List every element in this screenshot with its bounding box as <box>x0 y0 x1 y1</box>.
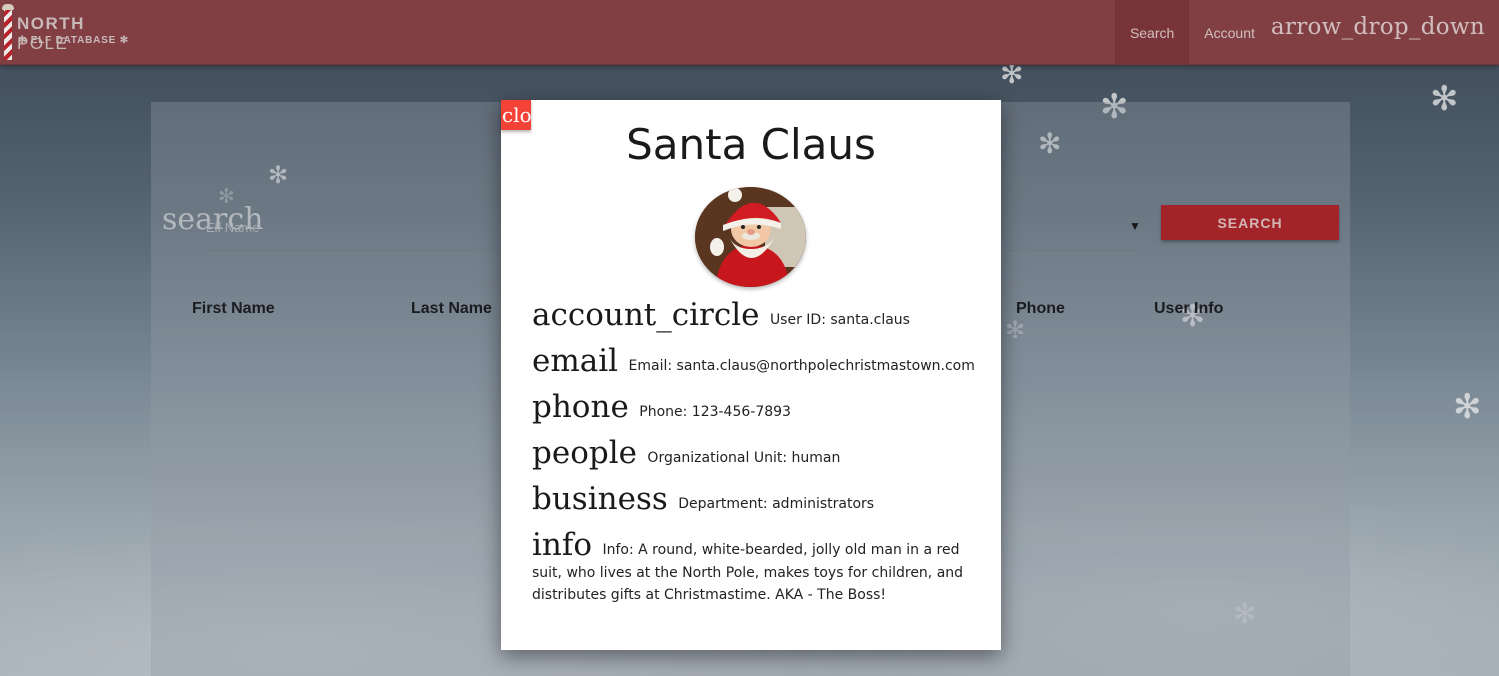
department-text: Department: administrators <box>678 496 875 512</box>
account-circle-icon: account_circle <box>532 297 760 333</box>
detail-org-unit: people Organizational Unit: human <box>532 436 992 470</box>
detail-department: business Department: administrators <box>532 482 992 516</box>
info-icon: info <box>532 527 593 563</box>
detail-user-id: account_circle User ID: santa.claus <box>532 298 992 332</box>
detail-phone: phone Phone: 123-456-7893 <box>532 390 992 424</box>
user-info-modal: close Santa Claus account_circle User ID… <box>501 100 1001 650</box>
user-details-list: account_circle User ID: santa.claus emai… <box>532 298 992 618</box>
people-icon: people <box>532 435 637 471</box>
santa-portrait-icon <box>695 187 806 287</box>
info-text: Info: A round, white-bearded, jolly old … <box>532 542 964 603</box>
user-id-text: User ID: santa.claus <box>769 312 910 328</box>
detail-info: info Info: A round, white-bearded, jolly… <box>532 528 992 606</box>
email-text: Email: santa.claus@northpolechristmastow… <box>628 358 975 374</box>
user-name-title: Santa Claus <box>626 120 876 169</box>
detail-email: email Email: santa.claus@northpolechrist… <box>532 344 992 378</box>
business-icon: business <box>532 481 668 517</box>
santa-avatar <box>695 187 806 287</box>
phone-text: Phone: 123-456-7893 <box>639 404 791 420</box>
email-icon: email <box>532 343 619 379</box>
phone-icon: phone <box>532 389 629 425</box>
org-unit-text: Organizational Unit: human <box>647 450 841 466</box>
